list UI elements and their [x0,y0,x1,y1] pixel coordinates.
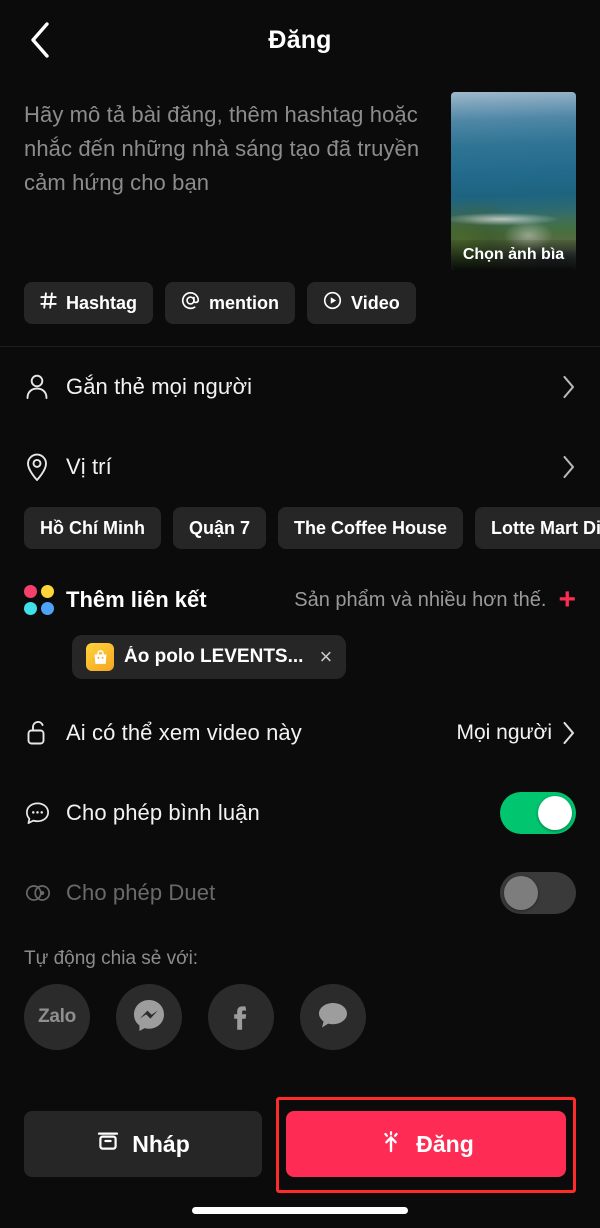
row-allow-comments-label: Cho phép bình luận [66,800,260,825]
post-screen: Đăng Hãy mô tả bài đăng, thêm hashtag ho… [0,0,600,1228]
row-allow-duet-label: Cho phép Duet [66,880,216,905]
at-mention-icon [181,291,200,315]
location-chip[interactable]: Quận 7 [172,507,266,549]
header: Đăng [0,0,600,80]
four-dots-icon [24,585,66,615]
compose-chip-row: Hashtag mention Video [0,270,600,346]
facebook-icon [223,997,259,1038]
location-pin-icon [24,452,66,482]
zalo-icon: Zalo [38,1006,76,1027]
row-tag-people-label: Gắn thẻ mọi người [66,374,253,399]
allow-duet-toggle[interactable] [500,872,576,914]
toggle-knob [538,796,572,830]
add-link-hint: Sản phẩm và nhiều hơn thế. [294,588,547,611]
bottom-action-bar: Nháp Đăng [0,1097,600,1193]
row-add-link[interactable]: Thêm liên kết Sản phẩm và nhiều hơn thế.… [0,569,600,631]
remove-product-button[interactable]: × [319,646,332,668]
row-location-label: Vị trí [66,454,112,479]
draft-button-label: Nháp [132,1130,190,1157]
page-title: Đăng [268,25,332,54]
home-indicator [192,1207,408,1214]
share-messenger-button[interactable] [116,984,182,1050]
auto-share-icons: Zalo [24,984,576,1050]
description-placeholder: Hãy mô tả bài đăng, thêm hashtag hoặc nh… [24,102,420,195]
chevron-right-icon [562,455,576,479]
mention-chip-label: mention [209,292,280,313]
allow-comments-toggle[interactable] [500,792,576,834]
auto-share-panel: Tự động chia sẻ với: Zalo [0,938,600,1050]
unlock-icon [24,718,66,748]
hashtag-chip-label: Hashtag [66,292,138,313]
cover-selector[interactable]: Chọn ảnh bìa [451,92,576,270]
row-privacy-label: Ai có thể xem video này [66,720,302,745]
share-facebook-button[interactable] [208,984,274,1050]
share-sms-button[interactable] [300,984,366,1050]
sms-bubble-icon [314,998,352,1037]
hashtag-icon [40,292,57,314]
location-chip[interactable]: Hồ Chí Minh [24,507,161,549]
toggle-knob [504,876,538,910]
product-name: Áo polo LEVENTS... [124,646,304,667]
product-chip[interactable]: Áo polo LEVENTS... × [72,635,347,679]
description-input[interactable]: Hãy mô tả bài đăng, thêm hashtag hoặc nh… [24,92,433,270]
chevron-right-icon [562,375,576,399]
video-chip[interactable]: Video [307,282,416,324]
add-link-button[interactable]: + [558,585,576,615]
play-circle-icon [323,291,342,315]
messenger-icon [129,995,169,1040]
shopping-bag-icon [86,643,114,671]
post-button-wrapper: Đăng [276,1097,576,1193]
location-chip[interactable]: Lotte Mart District 7 [475,507,600,549]
add-link-label: Thêm liên kết [66,587,207,612]
row-location[interactable]: Vị trí [0,427,600,507]
post-button[interactable]: Đăng [286,1111,566,1177]
chevron-left-icon [27,20,53,60]
archive-box-icon [96,1129,120,1159]
location-suggestions: Hồ Chí Minh Quận 7 The Coffee House Lott… [0,507,600,569]
post-button-label: Đăng [416,1130,474,1157]
row-privacy[interactable]: Ai có thể xem video này Mọi người [0,693,600,773]
row-allow-duet[interactable]: Cho phép Duet [0,853,600,933]
comment-bubble-icon [24,800,66,827]
back-button[interactable] [18,18,62,62]
person-icon [24,373,66,401]
mention-chip[interactable]: mention [165,282,296,324]
row-tag-people[interactable]: Gắn thẻ mọi người [0,347,600,427]
share-zalo-button[interactable]: Zalo [24,984,90,1050]
location-chip[interactable]: The Coffee House [278,507,464,549]
upload-arrow-icon [378,1128,404,1160]
product-tag-row: Áo polo LEVENTS... × [0,631,600,693]
duet-icon [24,882,66,904]
cover-label: Chọn ảnh bìa [451,240,576,270]
description-block: Hãy mô tả bài đăng, thêm hashtag hoặc nh… [0,80,600,270]
chevron-right-icon [562,721,576,745]
video-chip-label: Video [351,292,400,313]
row-allow-comments[interactable]: Cho phép bình luận [0,773,600,853]
hashtag-chip[interactable]: Hashtag [24,282,154,324]
auto-share-title: Tự động chia sẻ với: [24,948,199,969]
row-privacy-value: Mọi người [456,721,552,744]
draft-button[interactable]: Nháp [24,1111,262,1177]
